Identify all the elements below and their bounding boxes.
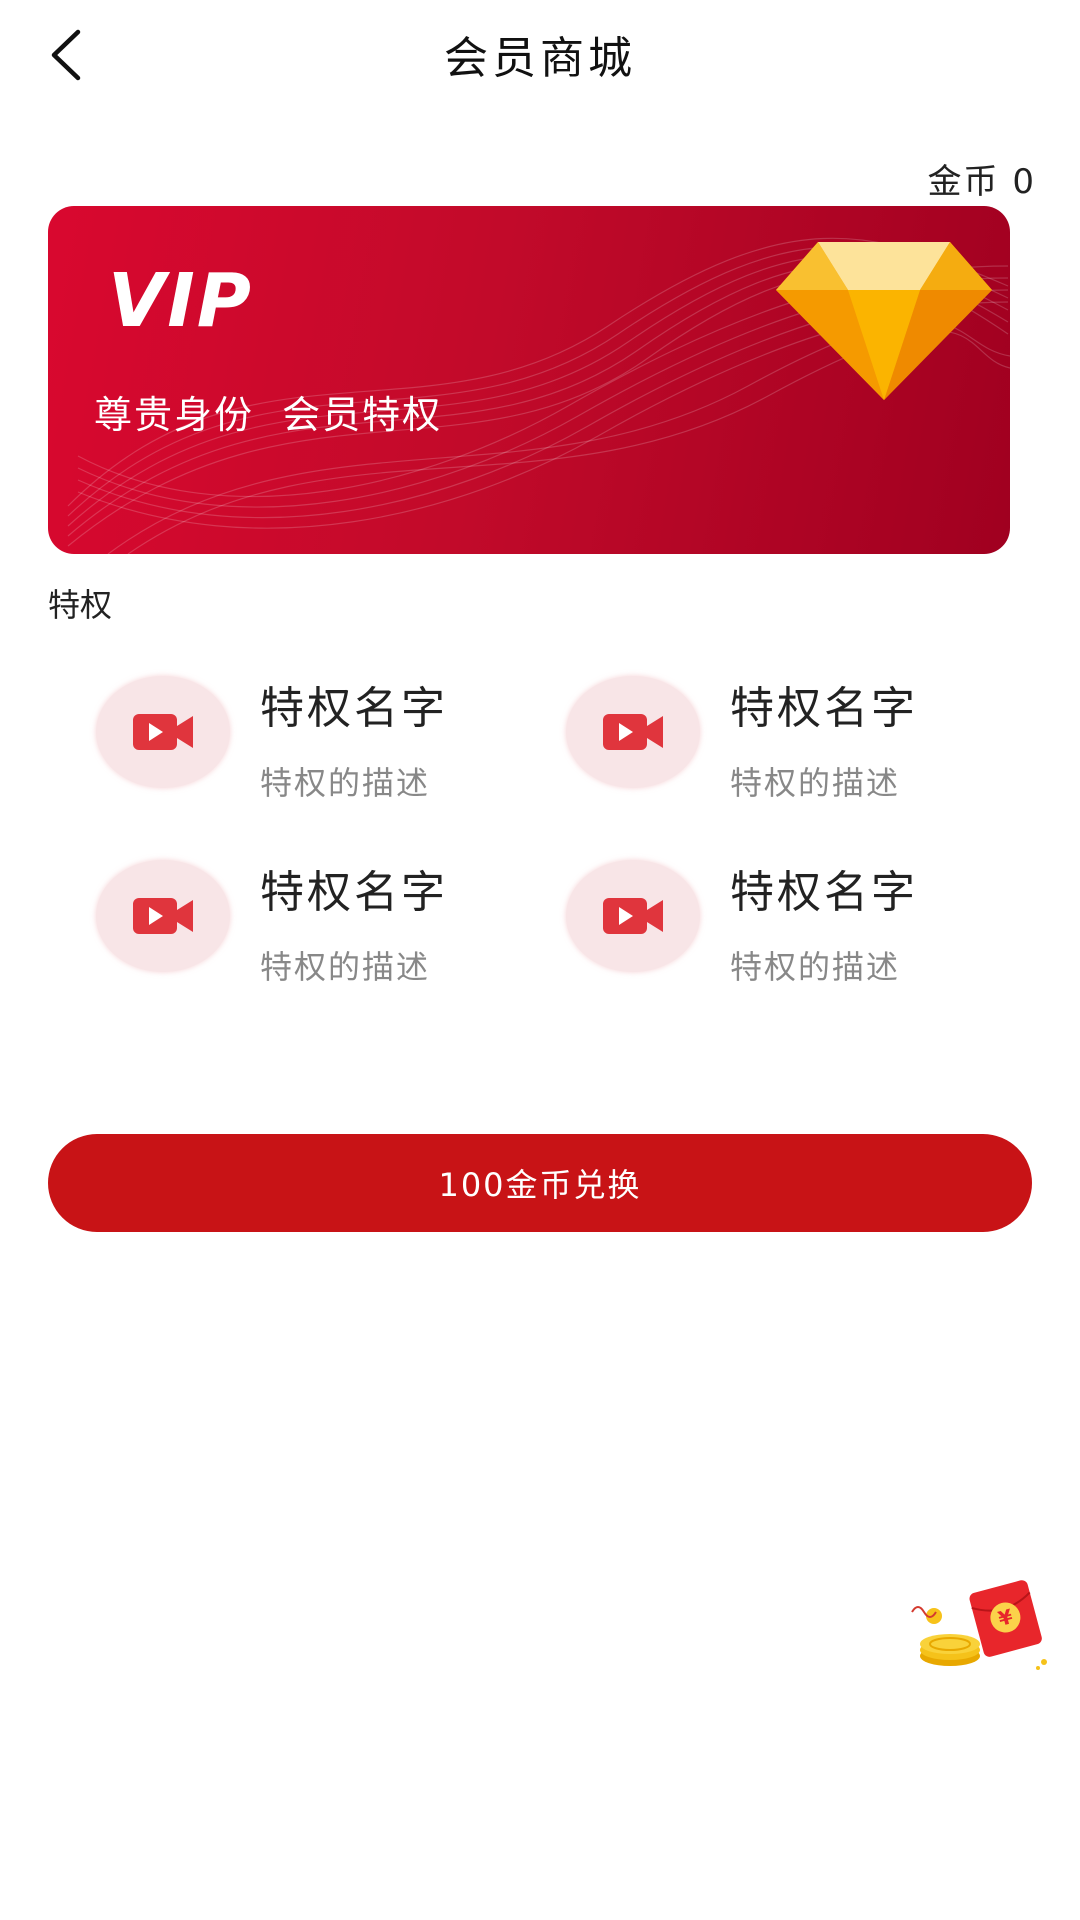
privilege-item[interactable]: 特权名字 特权的描述 [96,856,516,986]
vip-slogan: 尊贵身份 会员特权 [94,393,443,437]
diamond-icon [776,242,992,400]
privilege-name: 特权名字 [260,867,448,918]
privilege-name: 特权名字 [260,683,448,734]
privilege-description: 特权的描述 [260,948,431,986]
red-packet-float-button[interactable]: ¥ [904,1570,1054,1684]
video-camera-icon [96,860,230,972]
page-title: 会员商城 [444,33,636,84]
privilege-description: 特权的描述 [730,764,901,802]
video-camera-icon [566,860,700,972]
privilege-item[interactable]: 特权名字 特权的描述 [566,856,986,986]
privilege-description: 特权的描述 [730,948,901,986]
vip-logo: VIP [108,258,254,344]
vip-card-banner: VIP 尊贵身份 会员特权 [48,206,1010,554]
top-bar: 会员商城 [0,0,1080,110]
coin-balance: 金币 0 [927,162,1036,202]
privilege-name: 特权名字 [730,867,918,918]
red-packet-icon: ¥ [911,1580,1047,1670]
privilege-description: 特权的描述 [260,764,431,802]
privilege-name: 特权名字 [730,683,918,734]
video-camera-icon [566,676,700,788]
privileges-heading: 特权 [48,586,113,624]
privilege-item[interactable]: 特权名字 特权的描述 [96,672,516,802]
video-camera-icon [96,676,230,788]
exchange-button[interactable]: 100金币兑换 [48,1134,1032,1232]
privilege-item[interactable]: 特权名字 特权的描述 [566,672,986,802]
